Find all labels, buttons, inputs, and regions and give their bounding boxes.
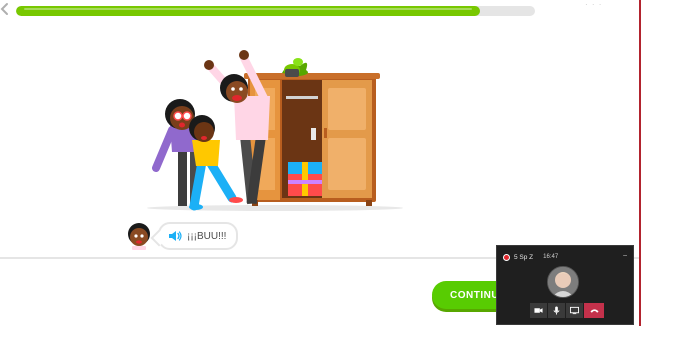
call-controls <box>530 303 604 318</box>
speech-bubble: ¡¡¡BUU!!! <box>158 222 239 250</box>
lesson-illustration <box>147 50 403 211</box>
microphone-icon <box>553 306 560 315</box>
dialogue-text[interactable]: ¡¡¡BUU!!! <box>187 231 226 242</box>
recording-icon <box>503 253 510 261</box>
minimize-button[interactable]: – <box>623 252 627 259</box>
participant-avatar <box>547 266 579 298</box>
share-screen-icon <box>570 306 579 315</box>
share-screen-button[interactable] <box>566 303 583 318</box>
hang-up-button[interactable] <box>584 303 604 318</box>
video-icon <box>534 308 543 313</box>
call-time: 16:47 <box>543 254 559 260</box>
call-window[interactable]: 5 Sp Z 16:47 – <box>496 245 634 325</box>
hang-up-icon <box>589 309 599 313</box>
chevron-left-icon <box>0 3 8 15</box>
speaker-icon[interactable] <box>168 229 182 243</box>
toggle-mic-button[interactable] <box>548 303 565 318</box>
lesson-progress-fill <box>16 6 480 16</box>
character-avatar <box>128 223 150 250</box>
call-header: 5 Sp Z 16:47 – <box>503 252 627 262</box>
call-title: 5 Sp Z <box>514 253 534 261</box>
back-button[interactable] <box>0 2 12 18</box>
toggle-video-button[interactable] <box>530 303 547 318</box>
window-edge-divider <box>639 0 641 326</box>
lesson-progress-bar <box>16 6 535 16</box>
window-corner-dots: · · · <box>585 0 603 9</box>
